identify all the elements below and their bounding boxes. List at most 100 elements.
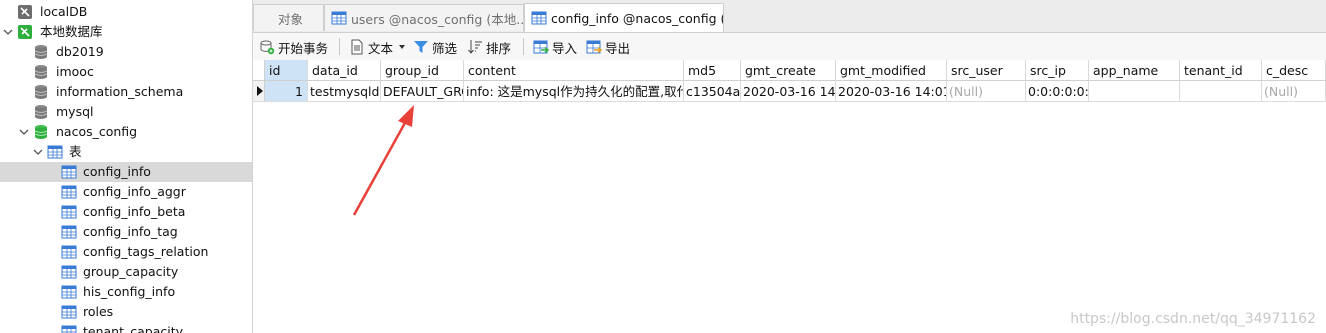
- tree-item-information-schema[interactable]: information_schema: [0, 82, 252, 102]
- sort-icon: [468, 40, 482, 54]
- toolbar-divider: [523, 38, 524, 55]
- export-button[interactable]: 导出: [586, 37, 630, 57]
- tree-item-db2019[interactable]: db2019: [0, 42, 252, 62]
- import-button[interactable]: 导入: [533, 37, 577, 57]
- table-icon: [531, 11, 547, 25]
- tree-item-label: config_info_aggr: [83, 184, 186, 199]
- chevron-down-icon[interactable]: [19, 127, 29, 137]
- tree-item-imooc[interactable]: imooc: [0, 62, 252, 82]
- tree-item-label: information_schema: [56, 84, 184, 99]
- tree-item-label: localDB: [40, 4, 88, 19]
- column-header-group-id[interactable]: group_id: [381, 60, 464, 81]
- table-icon: [61, 264, 77, 280]
- column-header-gmt-modified[interactable]: gmt_modified: [836, 60, 947, 81]
- current-row-icon: [257, 86, 263, 96]
- sort-button[interactable]: 排序: [467, 37, 511, 57]
- column-header-c-desc[interactable]: c_desc: [1262, 60, 1326, 81]
- tree-item-label: 本地数据库: [40, 24, 103, 39]
- grid-corner: [253, 60, 265, 81]
- cell-c-desc[interactable]: (Null): [1262, 81, 1326, 102]
- tab-label: config_info @nacos_config (...: [551, 10, 724, 26]
- tree-item-label: config_tags_relation: [83, 244, 209, 259]
- chevron-down-icon[interactable]: [3, 27, 13, 37]
- tree-item-nacos-config[interactable]: nacos_config: [0, 122, 252, 142]
- cell-src-ip[interactable]: 0:0:0:0:0:0:: [1026, 81, 1089, 102]
- tree-item-label: mysql: [56, 104, 94, 119]
- database-icon: [33, 84, 49, 100]
- tree-item-label: imooc: [56, 64, 94, 79]
- tab-config-info[interactable]: config_info @nacos_config (...: [524, 3, 724, 32]
- column-header-content[interactable]: content: [464, 60, 684, 81]
- tree-item-config-tags-relation[interactable]: config_tags_relation: [0, 242, 252, 262]
- tables-folder-icon: [47, 144, 63, 160]
- tab-label: users @nacos_config (本地...: [351, 11, 524, 27]
- table-icon: [61, 304, 77, 320]
- tab-objects[interactable]: 对象: [253, 4, 324, 31]
- column-header-gmt-create[interactable]: gmt_create: [741, 60, 836, 81]
- tree-item-local-database[interactable]: 本地数据库: [0, 22, 252, 42]
- table-icon: [61, 224, 77, 240]
- export-icon: [586, 40, 602, 54]
- tree-item-roles[interactable]: roles: [0, 302, 252, 322]
- toolbar-divider: [339, 38, 340, 55]
- row-indicator[interactable]: [253, 81, 265, 102]
- cell-tenant-id[interactable]: [1180, 81, 1262, 102]
- cell-md5[interactable]: c13504a3: [684, 81, 741, 102]
- cell-gmt-create[interactable]: 2020-03-16 14:0: [741, 81, 836, 102]
- navigator-tree: localDB 本地数据库 db2019 imooc information_s…: [0, 0, 253, 333]
- filter-button[interactable]: 筛选: [413, 37, 457, 57]
- transaction-icon: [260, 40, 275, 55]
- table-icon: [61, 184, 77, 200]
- column-header-id[interactable]: id: [265, 60, 308, 81]
- tree-item-tables-folder[interactable]: 表: [0, 142, 252, 162]
- database-open-icon: [33, 124, 49, 140]
- tree-item-config-info-tag[interactable]: config_info_tag: [0, 222, 252, 242]
- table-icon: [61, 164, 77, 180]
- chevron-down-icon[interactable]: [33, 147, 43, 157]
- table-icon: [331, 11, 347, 25]
- tree-item-label: his_config_info: [83, 284, 176, 299]
- column-header-tenant-id[interactable]: tenant_id: [1180, 60, 1262, 81]
- tree-item-label: tenant_capacity: [83, 324, 184, 333]
- tree-item-label: roles: [83, 304, 114, 319]
- cell-content[interactable]: info: 这是mysql作为持久化的配置,取代了: [464, 81, 684, 102]
- cell-app-name[interactable]: [1089, 81, 1180, 102]
- document-icon: [351, 39, 363, 55]
- tree-item-his-config-info[interactable]: his_config_info: [0, 282, 252, 302]
- column-header-app-name[interactable]: app_name: [1089, 60, 1180, 81]
- column-header-data-id[interactable]: data_id: [308, 60, 381, 81]
- database-icon: [33, 44, 49, 60]
- tree-item-config-info-aggr[interactable]: config_info_aggr: [0, 182, 252, 202]
- database-icon: [33, 64, 49, 80]
- database-icon: [33, 104, 49, 120]
- connection-icon: [17, 4, 33, 20]
- column-header-src-ip[interactable]: src_ip: [1026, 60, 1089, 81]
- begin-transaction-button[interactable]: 开始事务: [259, 37, 328, 57]
- tree-item-tenant-capacity[interactable]: tenant_capacity: [0, 322, 252, 333]
- filter-icon: [414, 41, 428, 53]
- tree-item-group-capacity[interactable]: group_capacity: [0, 262, 252, 282]
- tab-users[interactable]: users @nacos_config (本地...: [324, 4, 524, 31]
- tab-bar: 对象 users @nacos_config (本地... config_inf…: [253, 0, 1326, 33]
- cell-gmt-modified[interactable]: 2020-03-16 14:01:3: [836, 81, 947, 102]
- tree-item-label: config_info: [83, 164, 151, 179]
- tree-item-localdb[interactable]: localDB: [0, 2, 252, 22]
- table-icon: [61, 324, 77, 333]
- tree-item-label: 表: [69, 144, 82, 159]
- cell-id[interactable]: 1: [265, 81, 308, 102]
- column-header-src-user[interactable]: src_user: [947, 60, 1026, 81]
- tree-item-config-info[interactable]: config_info: [0, 162, 252, 182]
- table-icon: [61, 244, 77, 260]
- dropdown-arrow-icon: [399, 45, 406, 49]
- column-header-md5[interactable]: md5: [684, 60, 741, 81]
- tab-label: 对象: [278, 11, 304, 27]
- tree-item-config-info-beta[interactable]: config_info_beta: [0, 202, 252, 222]
- tree-item-label: config_info_tag: [83, 224, 178, 239]
- cell-src-user[interactable]: (Null): [947, 81, 1026, 102]
- tree-item-label: group_capacity: [83, 264, 179, 279]
- text-button[interactable]: 文本: [349, 37, 410, 57]
- watermark: https://blog.csdn.net/qq_34971162: [1070, 311, 1316, 327]
- connection-icon: [17, 24, 33, 40]
- tree-item-mysql[interactable]: mysql: [0, 102, 252, 122]
- table-icon: [61, 204, 77, 220]
